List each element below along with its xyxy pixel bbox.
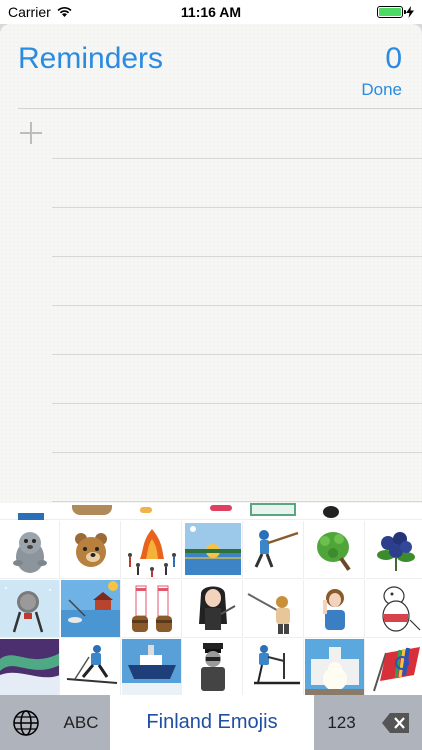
sticker-lake-sunset[interactable] xyxy=(183,521,243,579)
sticker-woman-finger-wag[interactable] xyxy=(305,580,365,638)
sticker-grid xyxy=(0,503,422,695)
sticker-ice-fishing[interactable] xyxy=(61,580,121,638)
list-title: Reminders xyxy=(18,42,164,75)
sticker-blueberries[interactable] xyxy=(366,521,422,579)
sticker-biker-man[interactable] xyxy=(183,639,243,695)
add-reminder-icon[interactable] xyxy=(20,122,42,144)
globe-icon xyxy=(13,709,39,736)
row-line xyxy=(52,158,422,159)
sticker-sami-flag[interactable] xyxy=(366,639,422,695)
sticker-icebreaker-ship[interactable] xyxy=(122,639,182,695)
reminder-count: 0 xyxy=(385,42,402,75)
sticker-wool-socks-sandals[interactable] xyxy=(122,580,182,638)
row-line xyxy=(52,207,422,208)
sticker-kicksled-rider[interactable] xyxy=(244,639,304,695)
header-divider xyxy=(18,108,422,109)
sticker-birch-whisk[interactable] xyxy=(305,521,365,579)
sticker-row-partial xyxy=(0,503,422,520)
keyboard-name: Finland Emojis xyxy=(110,695,314,750)
wifi-icon xyxy=(57,6,72,17)
screen: Carrier 11:16 AM Reminders 0 Done ABC Fi… xyxy=(0,0,422,750)
sticker-northern-lights[interactable] xyxy=(0,639,60,695)
battery-icon xyxy=(377,6,406,18)
globe-button[interactable] xyxy=(0,695,52,750)
numbers-button[interactable]: 123 xyxy=(314,695,369,750)
row-line xyxy=(52,501,422,502)
sticker-polar-bear-cathedral[interactable] xyxy=(305,639,365,695)
status-bar: Carrier 11:16 AM xyxy=(0,0,422,24)
sticker-bonfire-dancers[interactable] xyxy=(122,521,182,579)
abc-button[interactable]: ABC xyxy=(52,695,110,750)
backspace-icon xyxy=(381,712,409,733)
delete-button[interactable] xyxy=(369,695,422,750)
sticker-bear-face[interactable] xyxy=(61,521,121,579)
row-line xyxy=(52,305,422,306)
sticker-javelin-thrower[interactable] xyxy=(244,580,304,638)
keyboard-bottom-bar: ABC Finland Emojis 123 xyxy=(0,695,422,750)
sticker-rocker-woman[interactable] xyxy=(183,580,243,638)
row-line xyxy=(52,452,422,453)
row-line xyxy=(52,403,422,404)
done-button[interactable]: Done xyxy=(361,80,402,100)
row-line xyxy=(52,354,422,355)
sticker-moomin[interactable] xyxy=(366,580,422,638)
charging-bolt-icon xyxy=(406,6,414,18)
reminders-card: Reminders 0 Done xyxy=(0,24,422,509)
sticker-cross-country-skier[interactable] xyxy=(61,639,121,695)
emoji-keyboard: ABC Finland Emojis 123 xyxy=(0,503,422,750)
sticker-sauna-stove[interactable] xyxy=(0,580,60,638)
carrier-label: Carrier xyxy=(8,4,51,20)
sticker-baseball-batter[interactable] xyxy=(244,521,304,579)
sticker-seal[interactable] xyxy=(0,521,60,579)
row-line xyxy=(52,256,422,257)
